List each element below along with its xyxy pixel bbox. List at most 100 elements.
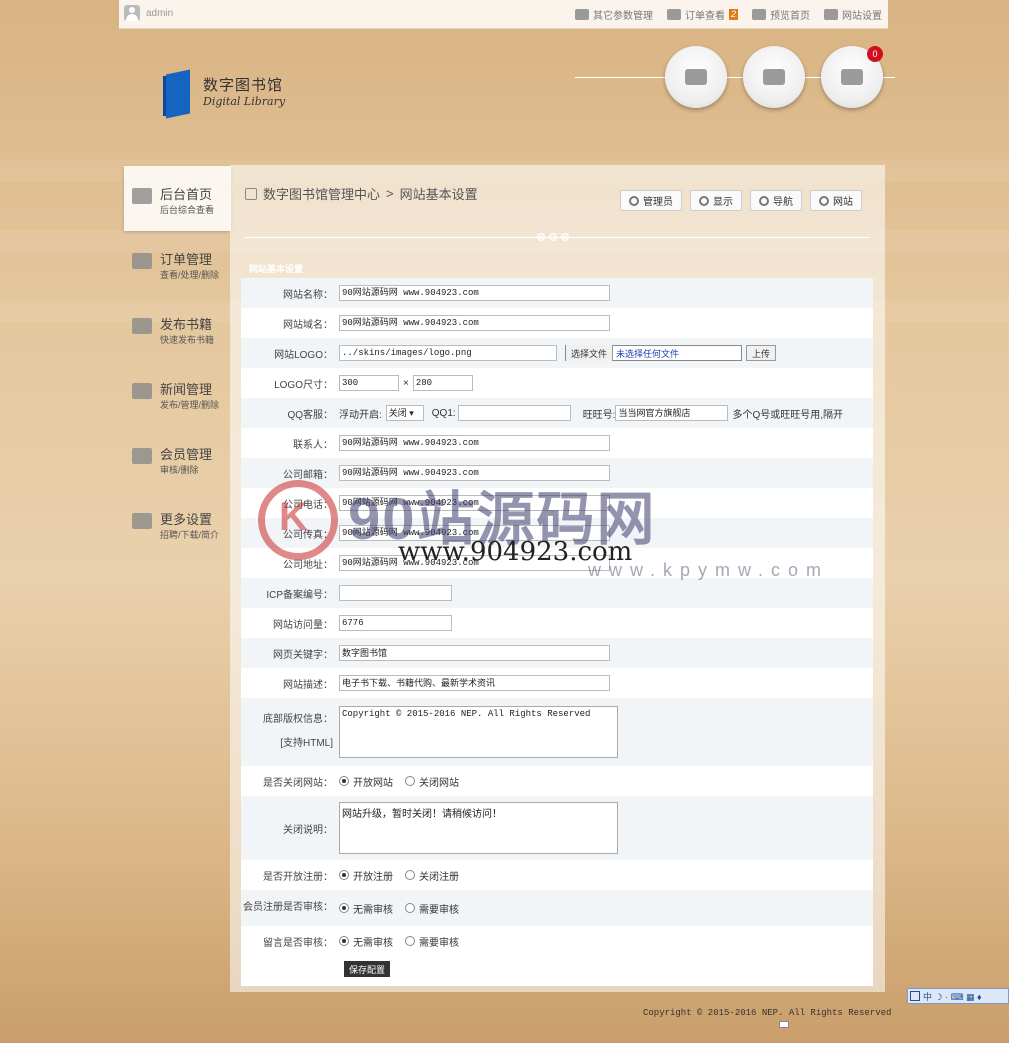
sidebar-item-title: 发布书籍 xyxy=(160,317,213,332)
toolbar-nav-button[interactable]: 导航 xyxy=(750,190,802,211)
sidebar-item-books[interactable]: 发布书籍 快速发布书籍 xyxy=(124,296,231,361)
description-input[interactable]: 电子书下载、书籍代购、最新学术资讯 xyxy=(339,675,610,691)
row-logo: 网站LOGO： ../skins/images/logo.png 选择文件 未选… xyxy=(241,338,873,368)
site-name-input[interactable]: 90网站源码网 www.904923.com xyxy=(339,285,610,301)
toolbar-label: 网站 xyxy=(833,197,853,208)
times-sign: × xyxy=(403,377,409,389)
sidebar-item-home[interactable]: 后台首页 后台综合查看 xyxy=(124,166,231,231)
field-label: 留言是否审核： xyxy=(263,937,333,949)
site-domain-input[interactable]: 90网站源码网 www.904923.com xyxy=(339,315,610,331)
cloud-icon xyxy=(752,9,766,20)
close-site-radio[interactable]: 关闭网站 xyxy=(405,774,459,789)
address-input[interactable]: 90网站源码网 www.904923.com xyxy=(339,555,610,571)
row-open-reg: 是否开放注册： 开放注册 关闭注册 xyxy=(241,860,873,890)
logo[interactable]: 数字图书馆 Digital Library xyxy=(163,66,286,119)
row-site-name: 网站名称： 90网站源码网 www.904923.com xyxy=(241,278,873,308)
mail-icon[interactable] xyxy=(779,1021,789,1028)
keywords-input[interactable]: 数字图书馆 xyxy=(339,645,610,661)
envelope-icon xyxy=(132,253,152,269)
toolbar-site-button[interactable]: 网站 xyxy=(810,190,862,211)
delivery-circle-button[interactable] xyxy=(743,46,805,108)
chart-icon xyxy=(132,513,152,529)
top-nav-orders[interactable]: 订单查看 2 xyxy=(666,7,738,22)
logo-path-input[interactable]: ../skins/images/logo.png xyxy=(339,345,557,361)
copyright-html-hint: [支持HTML] xyxy=(280,738,333,749)
field-label: 公司传真： xyxy=(283,529,333,541)
field-label: 网站域名： xyxy=(283,319,333,331)
contact-input[interactable]: 90网站源码网 www.904923.com xyxy=(339,435,610,451)
choose-file-button[interactable]: 选择文件 xyxy=(566,345,614,361)
toolbar-admin-button[interactable]: 管理员 xyxy=(620,190,682,211)
sidebar-item-members[interactable]: 会员管理 审核/删除 xyxy=(124,426,231,491)
sidebar-item-orders[interactable]: 订单管理 查看/处理/删除 xyxy=(124,231,231,296)
sidebar-item-news[interactable]: 新闻管理 发布/管理/删除 xyxy=(124,361,231,426)
top-nav-params[interactable]: 其它参数管理 xyxy=(574,7,653,22)
fax-input[interactable]: 90网站源码网 www.904923.com xyxy=(339,525,610,541)
file-none-text: 未选择任何文件 xyxy=(616,348,680,359)
copyright-textarea[interactable]: Copyright © 2015-2016 NEP. All Rights Re… xyxy=(339,706,618,758)
email-input[interactable]: 90网站源码网 www.904923.com xyxy=(339,465,610,481)
section-title: 网站基本设置 xyxy=(249,264,304,274)
upload-button[interactable]: 上传 xyxy=(746,345,777,361)
wangwang-input[interactable]: 当当网官方旗舰店 xyxy=(615,405,729,421)
msg-audit-radio[interactable]: 需要审核 xyxy=(405,934,459,949)
radio-label: 关闭注册 xyxy=(419,871,459,883)
copyright-label: 底部版权信息： xyxy=(263,714,333,725)
top-nav-settings[interactable]: 网站设置 xyxy=(824,7,882,22)
qq1-input[interactable] xyxy=(457,405,571,421)
message-circle-button[interactable]: 0 xyxy=(821,46,883,108)
ime-label: 中 ☽ · ⌨ ▦ ♦ xyxy=(923,991,982,1002)
visits-input[interactable]: 6776 xyxy=(339,615,452,631)
settings-form: 网站名称： 90网站源码网 www.904923.com 网站域名： 90网站源… xyxy=(241,278,873,986)
sliders-icon xyxy=(824,9,838,20)
row-close-site: 是否关闭网站： 开放网站 关闭网站 xyxy=(241,766,873,796)
row-address: 公司地址： 90网站源码网 www.904923.com xyxy=(241,548,873,578)
breadcrumb: 数字图书馆管理中心 > 网站基本设置 xyxy=(245,184,478,203)
top-nav-preview[interactable]: 预览首页 xyxy=(752,7,810,22)
gear-icon xyxy=(819,195,829,206)
admin-icon xyxy=(685,69,707,85)
logo-width-input[interactable]: 300 xyxy=(339,375,399,391)
row-qq: QQ客服： 浮动开启: 关闭 ▾ QQ1: 旺旺号: 当当网官方旗舰店 多个Q号… xyxy=(241,398,873,428)
field-label: ICP备案编号： xyxy=(266,589,333,601)
order-badge: 2 xyxy=(728,9,738,20)
open-site-radio[interactable]: 开放网站 xyxy=(339,774,393,789)
radio-label: 关闭网站 xyxy=(419,777,459,789)
open-reg-radio[interactable]: 开放注册 xyxy=(339,868,393,883)
logo-height-input[interactable]: 280 xyxy=(412,375,473,391)
field-label: 联系人： xyxy=(293,439,333,451)
gear-icon xyxy=(759,195,769,206)
msg-no-audit-radio[interactable]: 无需审核 xyxy=(339,934,393,949)
field-label: 网站LOGO： xyxy=(274,349,333,361)
phone-input[interactable]: 90网站源码网 www.904923.com xyxy=(339,495,610,511)
save-config-button[interactable]: 保存配置 xyxy=(344,961,391,977)
close-note-textarea[interactable]: 网站升级，暂时关闭！请稍候访问！ xyxy=(339,802,618,854)
toolbar-display-button[interactable]: 显示 xyxy=(690,190,742,211)
radio-label: 开放网站 xyxy=(353,777,393,789)
breadcrumb-root[interactable]: 数字图书馆管理中心 xyxy=(263,184,380,203)
member-audit-radio[interactable]: 需要审核 xyxy=(405,901,459,916)
ime-toolbar[interactable]: 中 ☽ · ⌨ ▦ ♦ xyxy=(907,988,1009,1004)
user-info[interactable]: admin xyxy=(124,5,173,21)
sidebar-item-title: 更多设置 xyxy=(160,512,213,527)
admin-circle-button[interactable] xyxy=(665,46,727,108)
row-visits: 网站访问量： 6776 xyxy=(241,608,873,638)
top-nav: 其它参数管理 订单查看 2 预览首页 网站设置 xyxy=(574,7,882,22)
radio-label: 无需审核 xyxy=(353,937,393,949)
sidebar-item-sub: 发布/管理/删除 xyxy=(160,400,220,410)
icp-input[interactable] xyxy=(339,585,452,601)
edit-icon xyxy=(132,318,152,334)
member-no-audit-radio[interactable]: 无需审核 xyxy=(339,901,393,916)
message-count-badge: 0 xyxy=(867,46,883,62)
row-email: 公司邮箱： 90网站源码网 www.904923.com xyxy=(241,458,873,488)
wangwang-label: 旺旺号: xyxy=(582,409,616,421)
field-label: 公司地址： xyxy=(283,559,333,571)
field-label: 关闭说明： xyxy=(283,824,333,836)
close-reg-radio[interactable]: 关闭注册 xyxy=(405,868,459,883)
row-contact: 联系人： 90网站源码网 www.904923.com xyxy=(241,428,873,458)
field-label: 网站访问量： xyxy=(273,619,333,631)
float-select[interactable]: 关闭 ▾ xyxy=(385,405,424,421)
sidebar-item-more[interactable]: 更多设置 招聘/下载/简介 xyxy=(124,491,231,556)
logo-subtitle: Digital Library xyxy=(203,95,286,108)
file-picker[interactable]: 选择文件 未选择任何文件 xyxy=(565,345,743,361)
